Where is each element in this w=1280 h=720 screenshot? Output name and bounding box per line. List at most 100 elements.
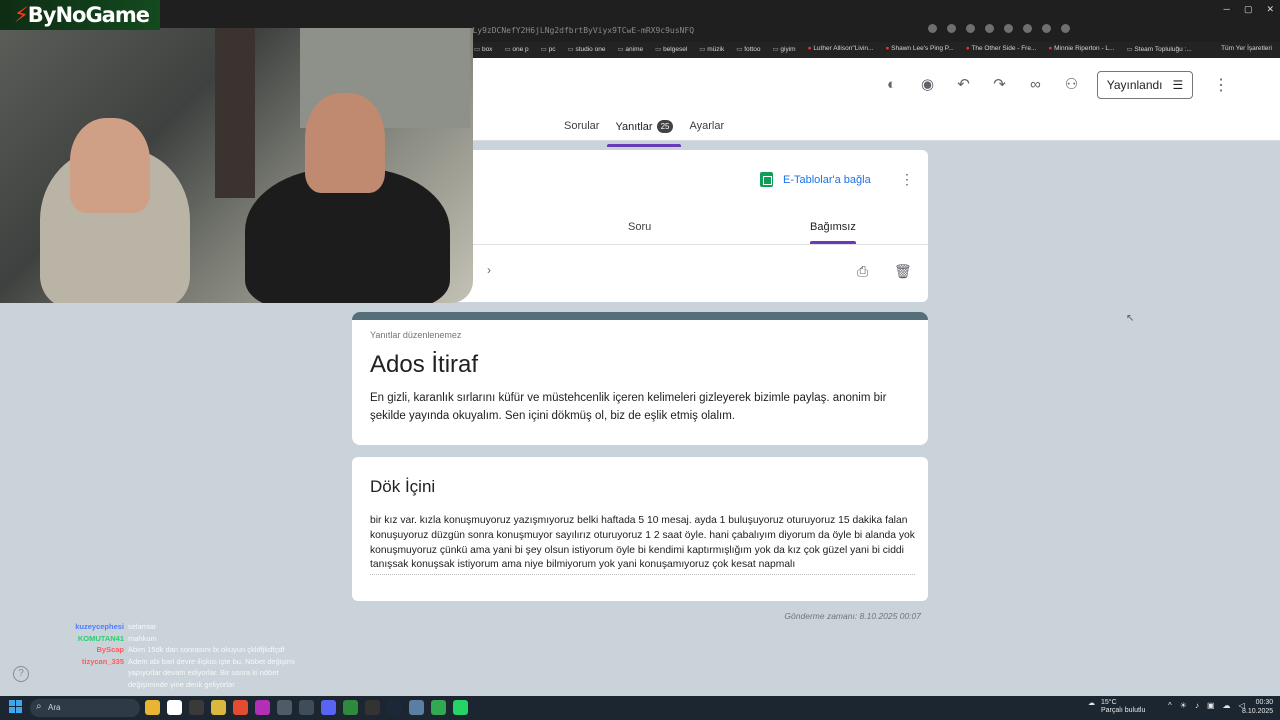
trash-icon[interactable]: 🗑: [894, 263, 912, 280]
stream-chat: kuzeycephesi selamlar KOMUTAN41 mahkum B…: [60, 621, 308, 690]
tab-label: Yanıtlar: [615, 121, 653, 133]
undo-icon[interactable]: ↶: [954, 75, 973, 94]
chat-message: KOMUTAN41 mahkum: [60, 633, 308, 645]
whatsapp-icon[interactable]: [453, 700, 468, 715]
window-titlebar: ─ ▢ ✕: [0, 0, 1280, 22]
not-editable-note: Yanıtlar düzenlenemez: [370, 330, 462, 340]
bookmark-folder[interactable]: belgesel: [655, 45, 687, 53]
toolbar-icons: ◐ ◉ ↶ ↷ ∞ ⚇: [882, 75, 1081, 94]
chat-message: kuzeycephesi selamlar: [60, 621, 308, 633]
zoom-icon[interactable]: [928, 24, 937, 33]
publish-label: Yayınlandı: [1106, 78, 1163, 92]
app-icon[interactable]: [255, 700, 270, 715]
palette-icon[interactable]: ◐: [882, 75, 901, 94]
brightness-icon[interactable]: ☀: [1180, 701, 1187, 710]
extension-icon[interactable]: [1004, 24, 1013, 33]
link-sheets-button[interactable]: E-Tablolar'a bağla: [760, 172, 871, 187]
window-controls: ─ ▢ ✕: [1224, 4, 1274, 15]
app-icon[interactable]: [167, 700, 182, 715]
form-tabs: Sorular Yanıtlar 25 Ayarlar: [556, 120, 732, 147]
tab-label: Ayarlar: [689, 120, 725, 132]
extension-icon[interactable]: [1023, 24, 1032, 33]
link-icon[interactable]: ∞: [1026, 75, 1045, 94]
bookmark-folder[interactable]: giyim: [772, 45, 795, 53]
app-icon[interactable]: [299, 700, 314, 715]
taskbar-clock[interactable]: 00:30 8.10.2025: [1242, 699, 1273, 716]
system-tray: ^ ☀ ♪ ▣ ☁ ◁: [1168, 701, 1245, 710]
bookmark-folder[interactable]: studio one: [568, 45, 605, 53]
discord-icon[interactable]: [321, 700, 336, 715]
tab-questions[interactable]: Sorular: [556, 120, 607, 141]
start-button[interactable]: [9, 700, 22, 713]
extension-icon[interactable]: [985, 24, 994, 33]
bookmark-folder[interactable]: box: [474, 45, 492, 53]
help-icon[interactable]: ?: [13, 666, 29, 682]
redo-icon[interactable]: ↷: [990, 75, 1009, 94]
mic-icon[interactable]: ♪: [1195, 701, 1199, 710]
tab-responses[interactable]: Yanıtlar 25: [607, 120, 682, 147]
tab-settings[interactable]: Ayarlar: [681, 120, 732, 141]
url-text[interactable]: ...Ly9zDCNefY2H6jLNg2dfbrtByViyx9TCwE-mR…: [458, 26, 694, 35]
avatar[interactable]: [1242, 72, 1267, 97]
sheets-icon: [760, 172, 773, 187]
close-icon[interactable]: ✕: [1266, 4, 1274, 15]
weather-temp: 15°C: [1101, 699, 1117, 706]
form-title: Ados İtiraf: [370, 351, 479, 378]
responses-more-icon[interactable]: ⋮: [900, 171, 914, 188]
chrome-icon[interactable]: [233, 700, 248, 715]
submission-time: Gönderme zamanı: 8.10.2025 00:07: [784, 611, 921, 621]
bookmark-folder[interactable]: one p: [504, 45, 528, 53]
more-options-icon[interactable]: ⋮: [1213, 75, 1229, 95]
app-icon[interactable]: [409, 700, 424, 715]
bookmark-folder[interactable]: anime: [617, 45, 643, 53]
tab-question[interactable]: Soru: [628, 221, 651, 233]
chat-user: ByScap: [96, 645, 124, 654]
chat-user: KOMUTAN41: [77, 633, 124, 643]
bookmark-folder[interactable]: fottoo: [736, 45, 760, 53]
all-bookmarks-button[interactable]: Tüm Yer İşaretleri: [1221, 45, 1272, 52]
webcam-overlay: [0, 28, 473, 303]
add-person-icon[interactable]: ⚇: [1062, 75, 1081, 94]
profile-icon[interactable]: [1061, 24, 1070, 33]
chat-message: ByScap Abim 15dk dan sonrasını bi okuyun…: [60, 644, 308, 656]
weather-desc: Parçalı bulutlu: [1101, 707, 1146, 714]
bookmark-folder[interactable]: müzik: [699, 45, 724, 53]
xbox-icon[interactable]: [343, 700, 358, 715]
app-icon[interactable]: [211, 700, 226, 715]
network-icon[interactable]: ▣: [1207, 701, 1215, 710]
maximize-icon[interactable]: ▢: [1244, 4, 1253, 15]
eye-icon[interactable]: ◉: [918, 75, 937, 94]
answer-text: bir kız var. kızla konuşmuyoruz yazışmıy…: [370, 514, 915, 576]
bookmark-link[interactable]: Steam Topluluğu :...: [1126, 45, 1191, 53]
app-icon[interactable]: [365, 700, 380, 715]
bookmark-folder[interactable]: pc: [541, 45, 556, 53]
app-icon[interactable]: [277, 700, 292, 715]
steam-icon[interactable]: [387, 700, 402, 715]
bookmark-link[interactable]: Luther Allison"Livin...: [808, 45, 873, 53]
app-icon[interactable]: [431, 700, 446, 715]
star-icon[interactable]: [947, 24, 956, 33]
tune-icon: ☰: [1172, 78, 1184, 92]
bookmark-link[interactable]: The Other Side - Fre...: [966, 45, 1036, 53]
bookmark-link[interactable]: Minnie Riperton - L...: [1048, 45, 1114, 53]
extension-icons: [928, 24, 1070, 33]
chat-text: Abim 15dk dan sonrasını bi okuyun çkldfj…: [128, 645, 285, 654]
question-title: Dök İçini: [370, 477, 436, 496]
taskbar-search[interactable]: Ara: [30, 699, 140, 717]
extension-icon[interactable]: [966, 24, 975, 33]
chat-user: tizycan_335: [81, 656, 124, 666]
bookmark-link[interactable]: Shawn Lee's Ping P...: [885, 45, 954, 53]
chevron-right-icon[interactable]: ›: [487, 263, 491, 277]
chat-text: selamlar: [128, 622, 157, 631]
weather-widget[interactable]: ☁ 15°C Parçalı bulutlu: [1088, 699, 1145, 715]
publish-button[interactable]: Yayınlandı ☰: [1097, 71, 1193, 99]
cloud-sync-icon[interactable]: ☁: [1223, 701, 1231, 710]
tab-individual[interactable]: Bağımsız: [810, 221, 856, 244]
minimize-icon[interactable]: ─: [1224, 4, 1230, 15]
print-icon[interactable]: ⎙: [857, 263, 868, 280]
app-icon[interactable]: [189, 700, 204, 715]
bookmarks-list: box one p pc studio one anime belgesel m…: [474, 45, 1192, 53]
chevron-up-icon[interactable]: ^: [1168, 701, 1172, 710]
puzzle-icon[interactable]: [1042, 24, 1051, 33]
folder-icon[interactable]: [145, 700, 160, 715]
